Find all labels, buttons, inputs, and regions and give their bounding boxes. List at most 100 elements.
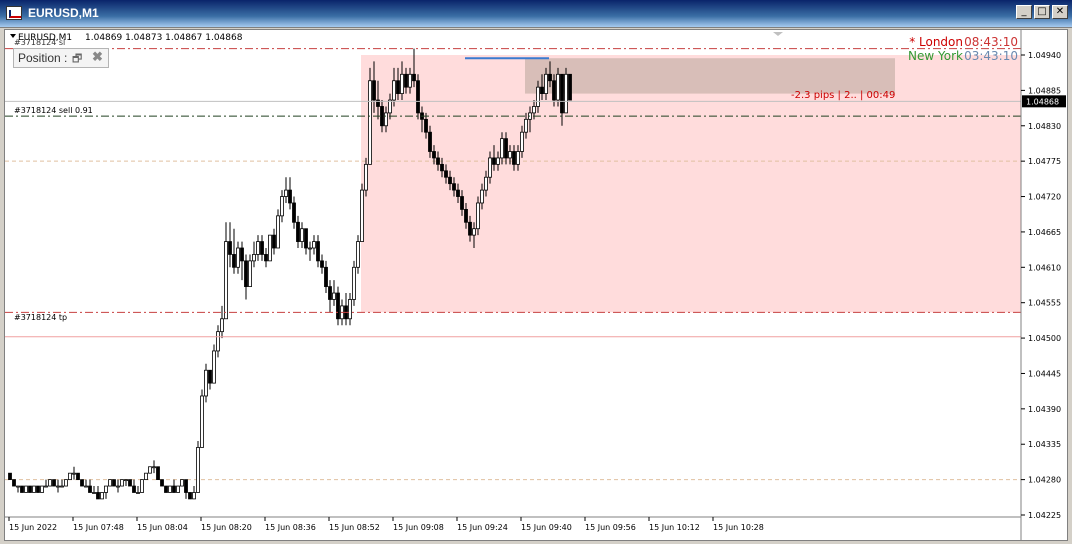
candle-body [464,209,468,223]
candle-body [460,196,464,210]
time-label: 15 Jun 10:28 [713,523,764,532]
restore-icon[interactable]: 🗗 [72,50,82,69]
candle-body [424,118,428,133]
minimize-button[interactable]: _ [1016,5,1032,19]
candle-body [552,80,556,101]
candle-body [108,479,112,487]
candle-body [448,176,452,185]
candle-body [512,151,516,165]
candle-body [452,183,456,191]
chart-window[interactable]: 1.04940 1.04885 1.04830 1.04775 1.04720 1.046… [4,29,1068,541]
candle-body [524,118,528,133]
candle-body [372,80,376,101]
candle-body [128,479,132,487]
candle-body [320,260,324,268]
trade-zone-highlight [525,58,895,94]
price-label: 1.04610 [1028,263,1061,272]
candle-body [44,485,48,488]
candle-body [36,485,40,493]
candle-body [536,86,540,107]
candle-body [312,241,316,249]
candle-body [504,138,508,159]
time-label: 15 Jun 2022 [9,523,57,532]
candle-body [32,485,36,493]
candle-body [508,151,512,159]
candle-body [348,299,352,320]
candle-body [540,86,544,95]
candle-body [48,479,52,487]
tp-label[interactable]: #3718124 tp [14,313,67,322]
candle-body [400,73,404,95]
candle-body [136,492,140,494]
sell-order-label[interactable]: #3718124 sell 0.91 [14,106,93,115]
candle-body [520,131,524,152]
maximize-button[interactable]: □ [1034,5,1050,19]
candle-body [240,247,244,262]
candle-body [488,157,492,178]
candle-body [40,485,44,493]
candle-body [336,292,340,320]
candle-body [112,479,116,487]
candle-body [332,292,336,300]
candle-body [172,485,176,493]
price-label: 1.04775 [1028,157,1061,166]
time-label: 15 Jun 09:24 [457,523,508,532]
position-panel[interactable]: Position : 🗗 ✖ [13,48,109,68]
candle-body [292,202,296,223]
candle-body [396,80,400,95]
chart-canvas[interactable]: 1.04940 1.04885 1.04830 1.04775 1.04720 1.046… [5,30,1067,540]
candle-body [516,151,520,165]
candle-body [60,485,64,488]
candle-body [116,485,120,488]
price-label: 1.04390 [1028,405,1061,414]
candle-body [368,80,372,165]
candle-body [268,234,272,262]
candle-body [288,189,292,204]
price-label: 1.04720 [1028,193,1061,202]
candle-body [12,479,16,487]
price-label: 1.04500 [1028,334,1061,343]
time-label: 15 Jun 10:12 [649,523,700,532]
price-label: 1.04280 [1028,476,1061,485]
candle-body [388,99,392,114]
candle-body [20,485,24,493]
candle-body [132,485,136,493]
candle-body [272,234,276,249]
candle-body [120,479,124,487]
candle-body [152,466,156,469]
candle-body [404,73,408,88]
candle-body [280,196,284,217]
position-label: Position : [18,51,68,65]
candle-body [64,479,68,487]
candle-body [444,170,448,178]
candle-body [76,472,80,481]
candle-body [408,73,412,88]
candle-body [124,479,128,482]
candle-body [260,241,264,255]
candle-body [68,472,72,481]
window-titlebar[interactable]: EURUSD,M1 _ □ ✕ [0,0,1072,28]
current-price-label: 1.04868 [1026,97,1059,106]
candle-body [88,485,92,493]
candle-body [476,202,480,230]
candle-body [84,485,88,488]
candle-body [168,485,172,493]
candle-body [80,479,84,487]
price-label: 1.04445 [1028,369,1061,378]
candle-body [184,479,188,493]
candle-body [232,254,236,268]
candle-body [56,485,60,488]
candle-body [196,447,200,493]
candle-body [164,485,168,493]
price-label: 1.04940 [1028,51,1061,60]
candle-body [180,479,184,487]
price-label: 1.04225 [1028,511,1061,520]
candle-body [296,221,300,242]
time-label: 15 Jun 08:52 [329,523,380,532]
candle-body [28,485,32,493]
close-window-button[interactable]: ✕ [1052,5,1068,19]
candle-body [492,157,496,165]
close-icon[interactable]: ✖ [92,49,103,65]
candle-body [564,73,568,114]
candle-body [532,106,536,114]
